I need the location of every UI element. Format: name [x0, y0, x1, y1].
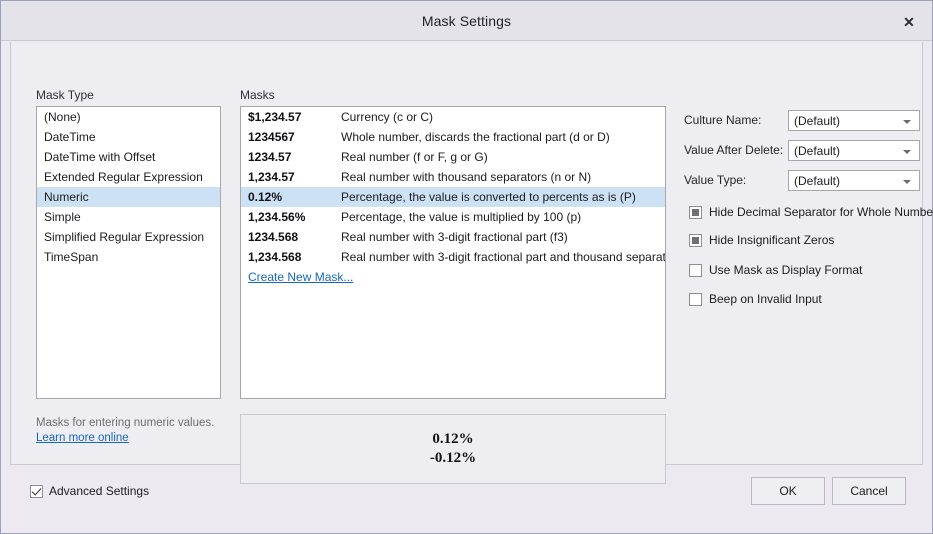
table-row[interactable]: $1,234.57 Currency (c or C)	[241, 107, 665, 127]
mask-description: Real number with 3-digit fractional part…	[341, 230, 568, 244]
checkbox-indicator[interactable]	[30, 485, 43, 498]
mask-description: Real number with thousand separators (n …	[341, 170, 592, 184]
mask-sample: 1234.57	[248, 150, 292, 164]
preview-value-negative: -0.12%	[429, 450, 477, 466]
create-new-mask-link[interactable]: Create New Mask...	[241, 267, 665, 287]
value-type-value: (Default)	[794, 174, 841, 188]
checkbox-indicator[interactable]	[689, 234, 702, 247]
close-icon[interactable]: ✕	[898, 12, 920, 32]
culture-name-label: Culture Name:	[684, 113, 762, 127]
mask-description: Percentage, the value is converted to pe…	[341, 190, 636, 204]
checkbox-indicator[interactable]	[689, 206, 702, 219]
table-row[interactable]: 1234.568 Real number with 3-digit fracti…	[241, 227, 665, 247]
table-row[interactable]: 1234.57 Real number (f or F, g or G)	[241, 147, 665, 167]
list-item[interactable]: Simple	[37, 207, 220, 227]
list-item[interactable]: DateTime with Offset	[37, 147, 220, 167]
preview-value-positive: 0.12%	[432, 431, 474, 447]
chevron-down-icon	[903, 180, 911, 184]
mask-sample: 1,234.568	[248, 250, 302, 264]
mask-sample: 1,234.57	[248, 170, 295, 184]
value-type-combobox[interactable]: (Default)	[788, 170, 920, 191]
list-item[interactable]: Simplified Regular Expression	[37, 227, 220, 247]
culture-name-value: (Default)	[794, 114, 841, 128]
chevron-down-icon	[903, 120, 911, 124]
mask-description: Percentage, the value is multiplied by 1…	[341, 210, 582, 224]
table-row[interactable]: 1,234.57 Real number with thousand separ…	[241, 167, 665, 187]
ok-button[interactable]: OK	[751, 477, 825, 505]
checkbox-indicator[interactable]	[689, 264, 702, 277]
mask-settings-dialog: Mask Settings ✕ Mask Type (None) DateTim…	[0, 0, 933, 534]
table-row[interactable]: 1,234.56% Percentage, the value is multi…	[241, 207, 665, 227]
chevron-down-icon	[903, 150, 911, 154]
mask-preview-box: 0.12% -0.12%	[240, 414, 666, 484]
title-bar: Mask Settings ✕	[1, 1, 932, 41]
checkbox-indicator[interactable]	[689, 293, 702, 306]
table-row[interactable]: 1234567 Whole number, discards the fract…	[241, 127, 665, 147]
list-item[interactable]: TimeSpan	[37, 247, 220, 267]
mask-sample: 1,234.56%	[248, 210, 306, 224]
masks-group-label: Masks	[240, 88, 275, 102]
page-title: Mask Settings	[421, 13, 512, 29]
masks-listbox[interactable]: $1,234.57 Currency (c or C) 1234567 Whol…	[240, 106, 666, 399]
checkbox-label: Hide Decimal Separator for Whole Numbers	[709, 205, 933, 219]
value-after-delete-value: (Default)	[794, 144, 841, 158]
help-text: Masks for entering numeric values.	[36, 417, 215, 429]
mask-sample: $1,234.57	[248, 110, 302, 124]
learn-more-online-link[interactable]: Learn more online	[36, 432, 129, 444]
list-item[interactable]: DateTime	[37, 127, 220, 147]
mask-sample: 1234.568	[248, 230, 299, 244]
list-item-selected[interactable]: Numeric	[37, 187, 220, 207]
checkbox-label: Beep on Invalid Input	[709, 292, 822, 306]
list-item[interactable]: (None)	[37, 107, 220, 127]
cancel-button[interactable]: Cancel	[832, 477, 906, 505]
mask-description: Whole number, discards the fractional pa…	[341, 130, 610, 144]
table-row[interactable]: 1,234.568 Real number with 3-digit fract…	[241, 247, 665, 267]
dialog-content-panel: Mask Type (None) DateTime DateTime with …	[10, 42, 933, 484]
value-type-label: Value Type:	[684, 173, 747, 187]
mask-description: Real number (f or F, g or G)	[341, 150, 488, 164]
value-after-delete-combobox[interactable]: (Default)	[788, 140, 920, 161]
list-item[interactable]: Extended Regular Expression	[37, 167, 220, 187]
mask-description: Currency (c or C)	[341, 110, 434, 124]
mask-type-listbox[interactable]: (None) DateTime DateTime with Offset Ext…	[36, 106, 221, 399]
mask-sample: 0.12%	[248, 190, 283, 204]
checkbox-label: Use Mask as Display Format	[709, 263, 863, 277]
mask-type-group-label: Mask Type	[36, 88, 94, 102]
checkbox-label: Advanced Settings	[49, 484, 150, 498]
mask-description: Real number with 3-digit fractional part…	[341, 250, 665, 264]
table-row-selected[interactable]: 0.12% Percentage, the value is converted…	[241, 187, 665, 207]
culture-name-combobox[interactable]: (Default)	[788, 110, 920, 131]
value-after-delete-label: Value After Delete:	[684, 143, 784, 157]
checkbox-label: Hide Insignificant Zeros	[709, 233, 835, 247]
mask-sample: 1234567	[248, 130, 295, 144]
